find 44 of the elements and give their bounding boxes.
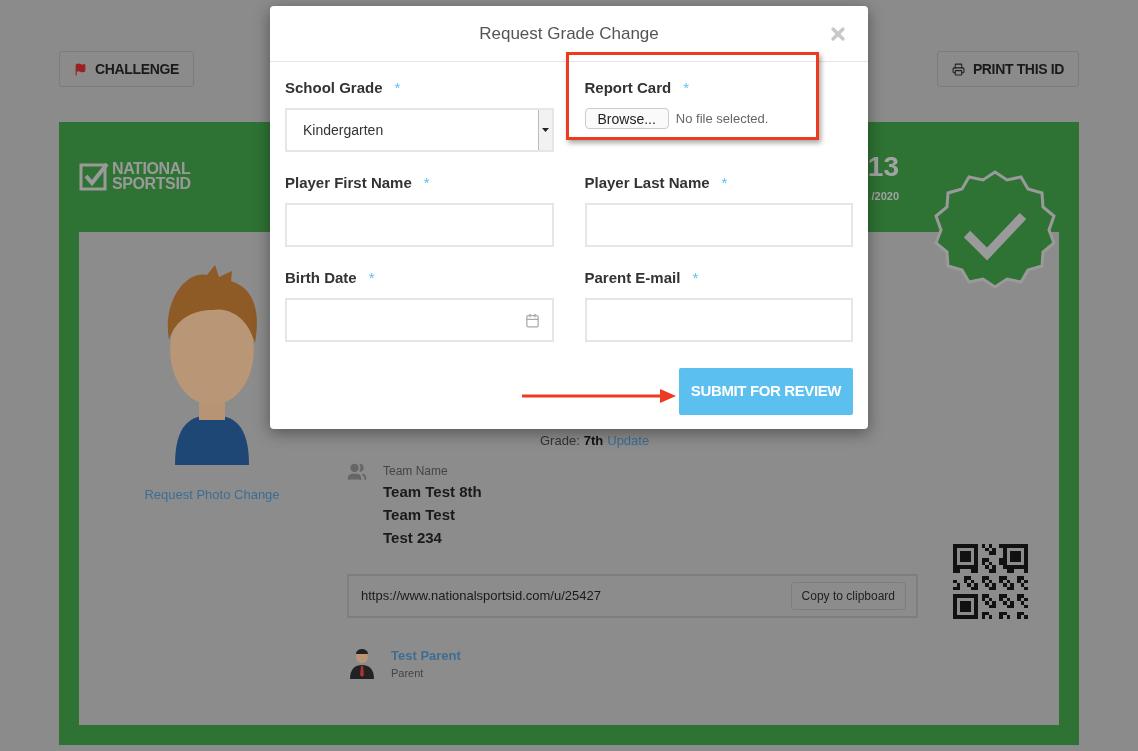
required-mark: *	[721, 172, 728, 193]
required-mark: *	[692, 267, 699, 288]
input-field[interactable]	[584, 298, 853, 342]
field-label: School Grade	[285, 77, 383, 98]
logo-text: SPORTSID	[112, 176, 191, 191]
field-label: Parent E-mail	[584, 267, 681, 288]
field-label: Player Last Name	[584, 172, 710, 193]
check-box-icon	[79, 161, 109, 191]
required-mark: *	[423, 172, 430, 193]
team-name: Team Test 8th	[383, 481, 482, 502]
flag-icon	[74, 62, 87, 76]
parent-role: Parent	[391, 666, 425, 681]
print-button[interactable]: PRINT THIS ID	[936, 51, 1079, 87]
copy-button[interactable]: Copy to clipboard	[790, 581, 906, 610]
team-name: Test 234	[383, 527, 443, 548]
team-icon	[347, 461, 367, 482]
challenge-button[interactable]: CHALLENGE	[59, 51, 194, 87]
field-label: Player First Name	[285, 172, 412, 193]
required-mark: *	[683, 77, 690, 98]
close-icon[interactable]	[828, 24, 848, 44]
browse-button[interactable]: Browse...	[584, 108, 669, 129]
required-mark: *	[394, 77, 401, 98]
calendar-icon	[524, 312, 540, 328]
file-status: No file selected.	[675, 109, 769, 128]
print-icon	[951, 62, 965, 76]
dialog-title: Request Grade Change	[479, 22, 659, 45]
profile-url: https://www.nationalsportsid.com/u/25427	[361, 586, 601, 605]
field-label: Report Card	[584, 77, 672, 98]
field-label: Birth Date	[285, 267, 357, 288]
required-mark: *	[368, 267, 375, 288]
grade-select[interactable]: Kindergarten	[285, 108, 554, 152]
logo-text: NATIONAL	[112, 161, 191, 176]
id-number: 13	[867, 150, 899, 184]
team-label: Team Name	[383, 462, 449, 480]
date-field[interactable]	[285, 298, 554, 342]
person-icon	[349, 648, 375, 679]
grade-label: Grade:	[540, 432, 580, 450]
input-field[interactable]	[584, 203, 853, 247]
issue-date: /2020	[871, 189, 899, 204]
grade-value: 7th	[583, 432, 604, 450]
qr-code-icon	[952, 543, 1028, 619]
caret-icon	[541, 128, 549, 132]
input-field[interactable]	[285, 203, 554, 247]
team-name: Team Test	[383, 504, 456, 525]
